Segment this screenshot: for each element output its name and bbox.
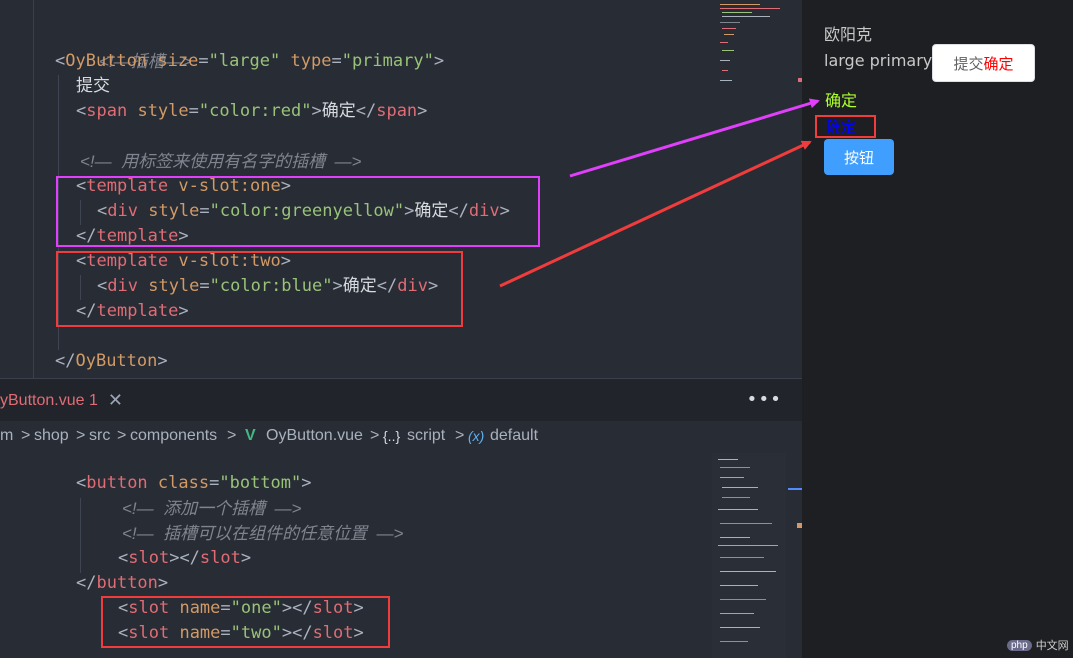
breadcrumb: m > shop > src > components > V OyButton… — [0, 421, 802, 453]
punctuation: > — [301, 473, 312, 493]
red-highlight-box — [815, 115, 876, 138]
tab-bar: yButton.vue 1 ✕ ••• — [0, 378, 802, 422]
punctuation: < — [55, 51, 66, 71]
code-comment: <!— 用标签来使用有名字的插槽 —> — [80, 152, 362, 171]
punctuation: > — [417, 101, 428, 121]
punctuation: < — [118, 548, 129, 568]
code-line: <button class="bottom"> — [76, 473, 312, 493]
code-line: </button> — [76, 571, 168, 596]
more-actions-icon[interactable]: ••• — [746, 389, 782, 410]
punctuation: > — [311, 101, 322, 121]
minimap[interactable] — [712, 453, 786, 658]
code-comment: <!— 添加一个插槽 —> — [122, 499, 302, 518]
code-line: <OyButton size="large" type="primary"> — [55, 51, 445, 71]
scroll-marker — [788, 488, 802, 490]
breadcrumb-item[interactable]: src — [89, 427, 110, 445]
punctuation: > — [157, 573, 169, 593]
punctuation: > — [433, 51, 445, 71]
code-text: 确定 — [321, 101, 356, 121]
variable-icon: (x) — [468, 428, 485, 444]
punctuation: < — [76, 101, 87, 121]
punctuation: </ — [55, 351, 76, 371]
html-tag: span — [86, 101, 128, 121]
button-text: 按钮 — [843, 148, 874, 167]
attr-value: "color:red" — [198, 101, 312, 121]
code-line: <slot></slot> — [118, 546, 251, 571]
punctuation: < — [76, 473, 87, 493]
code-line: <!— 插槽可以在组件的任意位置 —> — [122, 521, 403, 546]
html-tag: button — [96, 573, 158, 593]
breadcrumb-separator: > — [76, 427, 86, 444]
tab-oybutton-vue[interactable]: yButton.vue 1 ✕ — [0, 379, 131, 422]
code-text: 提交 — [76, 76, 110, 96]
breadcrumb-item[interactable]: m — [0, 427, 13, 445]
html-tag: slot — [199, 548, 241, 568]
tab-label: yButton.vue 1 — [0, 391, 98, 409]
code-editor-top[interactable]: <!—插槽—> <OyButton size="large" type="pri… — [0, 0, 802, 378]
minimap[interactable] — [716, 0, 786, 90]
breadcrumb-separator: > — [21, 427, 31, 444]
html-tag: span — [376, 101, 418, 121]
breadcrumb-separator: > — [227, 427, 237, 444]
attr-name: size — [157, 51, 199, 71]
component-tag: OyButton — [75, 351, 158, 371]
attr-value: "large" — [208, 51, 281, 71]
indent-guide — [80, 498, 81, 573]
punctuation: </ — [355, 101, 377, 121]
watermark-text: 中文网 — [1035, 640, 1069, 652]
code-line: </OyButton> — [55, 349, 168, 374]
code-line: <!— 添加一个插槽 —> — [122, 496, 301, 521]
code-line: 提交 — [76, 74, 110, 99]
breadcrumb-item[interactable]: script — [407, 427, 445, 445]
breadcrumb-separator: > — [455, 427, 465, 444]
breadcrumb-item[interactable]: OyButton.vue — [266, 427, 363, 445]
button-red-text: 确定 — [983, 54, 1014, 73]
button-text: 提交 — [953, 54, 984, 73]
red-highlight-box — [56, 251, 463, 327]
breadcrumb-separator: > — [117, 427, 127, 444]
submit-confirm-button[interactable]: 提交 确定 — [932, 44, 1035, 82]
html-tag: button — [86, 473, 148, 493]
attr-name: style — [137, 101, 189, 121]
braces-icon: {..} — [383, 428, 401, 444]
gutter-divider — [33, 0, 34, 378]
watermark: php 中文网 — [1007, 637, 1069, 653]
component-tag: OyButton — [65, 51, 148, 71]
vue-file-icon: V — [245, 427, 256, 444]
code-line: <span style="color:red">确定</span> — [76, 101, 428, 121]
slot-one-text: 确定 — [825, 91, 858, 110]
code-line: <!—插槽—> — [58, 24, 192, 71]
attr-name: class — [157, 473, 210, 493]
attr-value: "bottom" — [219, 473, 302, 493]
preview-props-text: large primary — [824, 51, 933, 70]
punctuation: > — [240, 548, 252, 568]
magenta-highlight-box — [56, 176, 540, 247]
breadcrumb-item[interactable]: components — [130, 427, 217, 445]
breadcrumb-item[interactable]: shop — [34, 427, 69, 445]
preview-heading: 欧阳克 — [824, 25, 873, 44]
punctuation: ></ — [169, 548, 200, 568]
code-editor-bottom[interactable]: <button class="bottom"> <!— 添加一个插槽 —> <!… — [0, 453, 802, 658]
punctuation: </ — [76, 573, 97, 593]
php-logo: php — [1007, 639, 1032, 651]
attr-value: "primary" — [341, 51, 434, 71]
breadcrumb-item[interactable]: default — [490, 427, 538, 445]
code-comment: <!— 插槽可以在组件的任意位置 —> — [122, 524, 404, 543]
blue-button[interactable]: 按钮 — [824, 139, 894, 175]
html-tag: slot — [128, 548, 170, 568]
punctuation: > — [157, 351, 168, 371]
breadcrumb-separator: > — [370, 427, 380, 444]
close-icon[interactable]: ✕ — [108, 390, 123, 411]
red-highlight-box — [101, 596, 390, 648]
attr-name: type — [290, 51, 332, 71]
code-line: <!— 用标签来使用有名字的插槽 —> — [80, 149, 361, 174]
